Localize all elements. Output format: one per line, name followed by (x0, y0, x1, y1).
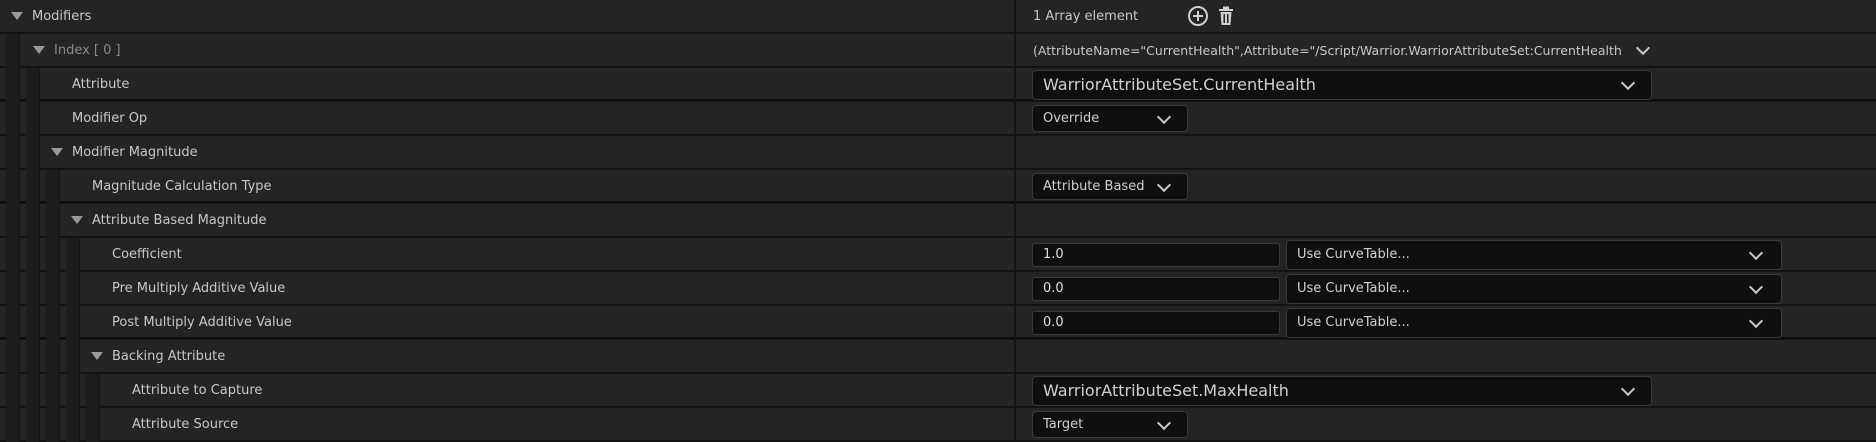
coefficient-row: Coefficient 1.0 Use CurveTable... (0, 238, 1876, 272)
attribute-to-capture-label: Attribute to Capture (132, 383, 263, 398)
attribute-label: Attribute (72, 77, 130, 92)
details-panel: Modifiers 1 Array element Index [ 0 ] (A… (0, 0, 1876, 442)
attribute-row: Attribute WarriorAttributeSet.CurrentHea… (0, 68, 1876, 102)
modifier-magnitude-label: Modifier Magnitude (72, 145, 198, 160)
attribute-based-magnitude-row[interactable]: Attribute Based Magnitude (0, 204, 1876, 238)
expand-triangle-icon[interactable] (71, 216, 83, 224)
expand-triangle-icon[interactable] (51, 148, 63, 156)
expand-triangle-icon[interactable] (91, 352, 103, 360)
pre-multiply-label: Pre Multiply Additive Value (112, 281, 286, 296)
delete-icon[interactable] (1214, 4, 1238, 28)
chevron-down-icon (1620, 381, 1636, 397)
backing-attribute-row[interactable]: Backing Attribute (0, 340, 1876, 374)
magnitude-calc-type-combo[interactable]: Attribute Based (1032, 173, 1188, 200)
modifier-op-combo[interactable]: Override (1032, 105, 1188, 132)
add-element-icon[interactable] (1186, 4, 1210, 28)
chevron-down-icon (1620, 75, 1636, 91)
attribute-source-combo[interactable]: Target (1032, 411, 1188, 438)
attribute-to-capture-combo[interactable]: WarriorAttributeSet.MaxHealth (1032, 376, 1652, 406)
attribute-based-magnitude-label: Attribute Based Magnitude (92, 213, 267, 228)
chevron-down-icon (1635, 40, 1651, 56)
attribute-source-row: Attribute Source Target (0, 408, 1876, 442)
post-multiply-input[interactable]: 0.0 (1032, 311, 1280, 335)
chevron-down-icon (1156, 415, 1172, 430)
chevron-down-icon (1748, 313, 1764, 329)
index-value-text: (AttributeName="CurrentHealth",Attribute… (1033, 43, 1623, 58)
backing-attribute-label: Backing Attribute (112, 349, 226, 364)
attribute-source-label: Attribute Source (132, 417, 239, 432)
coefficient-curvetable-combo[interactable]: Use CurveTable... (1286, 240, 1782, 270)
pre-multiply-curvetable-combo[interactable]: Use CurveTable... (1286, 274, 1782, 304)
chevron-down-icon (1156, 177, 1172, 192)
array-count-text: 1 Array element (1033, 9, 1139, 24)
modifier-magnitude-row[interactable]: Modifier Magnitude (0, 136, 1876, 170)
attribute-combo[interactable]: WarriorAttributeSet.CurrentHealth (1032, 70, 1652, 100)
post-multiply-row: Post Multiply Additive Value 0.0 Use Cur… (0, 306, 1876, 340)
magnitude-calc-type-label: Magnitude Calculation Type (92, 179, 272, 194)
magnitude-calc-type-row: Magnitude Calculation Type Attribute Bas… (0, 170, 1876, 204)
coefficient-label: Coefficient (112, 247, 182, 262)
index-label: Index [ 0 ] (54, 43, 121, 58)
index-row[interactable]: Index [ 0 ] (AttributeName="CurrentHealt… (0, 34, 1876, 68)
expand-triangle-icon[interactable] (33, 46, 45, 54)
pre-multiply-row: Pre Multiply Additive Value 0.0 Use Curv… (0, 272, 1876, 306)
pre-multiply-input[interactable]: 0.0 (1032, 277, 1280, 301)
modifiers-row[interactable]: Modifiers 1 Array element (0, 0, 1876, 33)
modifier-op-label: Modifier Op (72, 111, 148, 126)
index-dropdown-button[interactable] (1632, 38, 1656, 62)
chevron-down-icon (1156, 109, 1172, 124)
modifiers-label: Modifiers (32, 9, 92, 24)
attribute-to-capture-row: Attribute to Capture WarriorAttributeSet… (0, 374, 1876, 408)
expand-triangle-icon[interactable] (11, 12, 23, 20)
chevron-down-icon (1748, 279, 1764, 295)
post-multiply-curvetable-combo[interactable]: Use CurveTable... (1286, 308, 1782, 338)
coefficient-input[interactable]: 1.0 (1032, 243, 1280, 267)
post-multiply-label: Post Multiply Additive Value (112, 315, 292, 330)
chevron-down-icon (1748, 245, 1764, 261)
modifier-op-row: Modifier Op Override (0, 102, 1876, 136)
